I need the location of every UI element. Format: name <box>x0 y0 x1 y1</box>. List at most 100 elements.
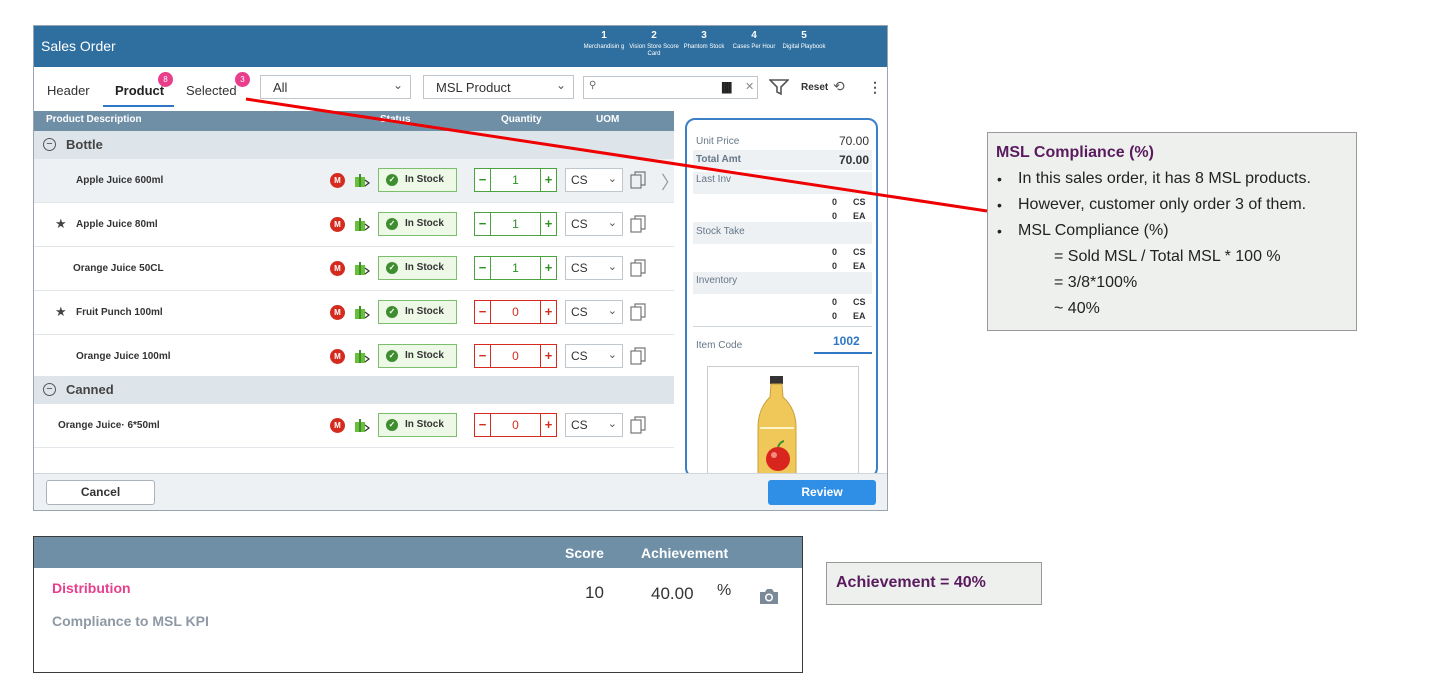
last-inv-row: Last Inv <box>693 172 872 194</box>
group-name: Canned <box>66 382 114 397</box>
quantity-value[interactable]: 0 <box>491 305 540 319</box>
reset-button[interactable]: Reset <box>801 82 828 93</box>
product-row[interactable]: Orange Juice 100ml M ✓ In Stock −0 + CS ⌄ <box>34 335 674 379</box>
tab-selected[interactable]: Selected <box>186 83 237 98</box>
product-row[interactable]: ★ Fruit Punch 100ml M ✓ In Stock −0 + CS ⌄ <box>34 291 674 335</box>
decrement-button[interactable]: − <box>475 345 491 367</box>
unit-price-value: 70.00 <box>838 134 869 148</box>
copy-icon[interactable] <box>630 259 646 277</box>
check-icon: ✓ <box>386 262 398 274</box>
msl-compliance-callout: MSL Compliance (%) • In this sales order… <box>987 132 1357 331</box>
total-amt-row: Total Amt 70.00 <box>693 150 872 170</box>
quantity-value[interactable]: 0 <box>491 349 540 363</box>
increment-button[interactable]: + <box>540 169 556 191</box>
stock-status-text: In Stock <box>405 218 444 229</box>
decrement-button[interactable]: − <box>475 301 491 323</box>
col-product-description: Product Description <box>46 114 142 125</box>
quantity-value[interactable]: 1 <box>491 173 540 187</box>
callout-formula: = 3/8*100% <box>1054 274 1138 291</box>
uom-select[interactable]: CS ⌄ <box>565 300 623 324</box>
chevron-right-icon[interactable]: 〉 <box>661 169 679 195</box>
msl-badge: M <box>330 217 345 232</box>
quantity-value[interactable]: 1 <box>491 261 540 275</box>
copy-icon[interactable] <box>630 215 646 233</box>
copy-icon[interactable] <box>630 171 646 189</box>
decrement-button[interactable]: − <box>475 169 491 191</box>
uom-select[interactable]: CS ⌄ <box>565 168 623 192</box>
promotion-gift-icon[interactable] <box>353 259 371 277</box>
search-input[interactable]: ⚲ ||||||| ✕ <box>583 76 758 99</box>
increment-button[interactable]: + <box>540 213 556 235</box>
step-number: 1 <box>601 30 607 41</box>
category-dropdown[interactable]: All ⌄ <box>260 75 411 99</box>
uom-value: CS <box>571 173 588 187</box>
quantity-stepper: −1 + <box>474 212 557 236</box>
copy-icon[interactable] <box>630 303 646 321</box>
promotion-gift-icon[interactable] <box>353 303 371 321</box>
more-options-icon[interactable]: ⋮ <box>868 79 882 96</box>
item-code-label: Item Code <box>696 340 743 351</box>
copy-icon[interactable] <box>630 347 646 365</box>
promotion-gift-icon[interactable] <box>353 215 371 233</box>
increment-button[interactable]: + <box>540 257 556 279</box>
total-amt-label: Total Amt <box>696 154 741 165</box>
increment-button[interactable]: + <box>540 345 556 367</box>
group-bottle[interactable]: − Bottle <box>34 131 674 159</box>
decrement-button[interactable]: − <box>475 414 491 436</box>
filter-icon[interactable] <box>769 78 789 96</box>
product-info-panel: Unit Price 70.00 Total Amt 70.00 Last In… <box>685 118 878 478</box>
barcode-scan-icon[interactable]: ||||||| <box>721 80 732 94</box>
callout-formula: = Sold MSL / Total MSL * 100 % <box>1054 248 1281 265</box>
step-number: 2 <box>651 30 657 41</box>
stock-take-label: Stock Take <box>696 226 745 237</box>
achievement-note: Achievement = 40% <box>826 562 1042 605</box>
uom-select[interactable]: CS ⌄ <box>565 256 623 280</box>
quantity-value[interactable]: 1 <box>491 217 540 231</box>
step-cases-per-hour[interactable]: 4 Cases Per Hour <box>729 29 779 58</box>
uom-select[interactable]: CS ⌄ <box>565 344 623 368</box>
step-merchandising[interactable]: 1 Merchandisin g <box>579 29 629 58</box>
quantity-value[interactable]: 0 <box>491 418 540 432</box>
cancel-button[interactable]: Cancel <box>46 480 155 505</box>
promotion-gift-icon[interactable] <box>353 416 371 434</box>
item-code-underline <box>814 352 872 354</box>
increment-button[interactable]: + <box>540 301 556 323</box>
chevron-down-icon: ⌄ <box>607 418 617 430</box>
increment-button[interactable]: + <box>540 414 556 436</box>
promotion-gift-icon[interactable] <box>353 347 371 365</box>
check-icon: ✓ <box>386 306 398 318</box>
decrement-button[interactable]: − <box>475 213 491 235</box>
collapse-icon[interactable]: − <box>43 383 56 396</box>
clear-icon[interactable]: ✕ <box>745 80 754 93</box>
uom-select[interactable]: CS ⌄ <box>565 413 623 437</box>
tab-header[interactable]: Header <box>47 83 90 98</box>
review-button[interactable]: Review <box>768 480 876 505</box>
callout-title: MSL Compliance (%) <box>996 144 1154 161</box>
tab-product[interactable]: Product <box>115 83 164 98</box>
uom-select[interactable]: CS ⌄ <box>565 212 623 236</box>
copy-icon[interactable] <box>630 416 646 434</box>
product-row[interactable]: Orange Juice 50CL M ✓ In Stock −1 + CS ⌄ <box>34 247 674 291</box>
stock-status: ✓ In Stock <box>378 300 457 324</box>
product-row[interactable]: ★ Apple Juice 80ml M ✓ In Stock −1 + CS ⌄ <box>34 203 674 247</box>
promotion-gift-icon[interactable] <box>353 171 371 189</box>
divider <box>693 326 872 327</box>
step-vision-store-score-card[interactable]: 2 Vision Store Score Card <box>629 29 679 58</box>
group-canned[interactable]: − Canned <box>34 376 674 404</box>
camera-icon[interactable] <box>758 587 780 605</box>
decrement-button[interactable]: − <box>475 257 491 279</box>
msl-filter-dropdown[interactable]: MSL Product ⌄ <box>423 75 574 99</box>
stock-take-ea-qty: 0 <box>832 261 838 271</box>
quantity-stepper: −1 + <box>474 168 557 192</box>
product-row[interactable]: Orange Juice· 6*50ml M ✓ In Stock −0 + CS ⌄ <box>34 404 674 448</box>
step-label: Merchandisin g <box>583 44 625 50</box>
step-phantom-stock[interactable]: 3 Phantom Stock <box>679 29 729 58</box>
stock-status-text: In Stock <box>405 419 444 430</box>
last-inv-ea-unit: EA <box>853 211 866 221</box>
reset-icon[interactable]: ⟲ <box>833 78 845 95</box>
product-row[interactable]: Apple Juice 600ml M ✓ In Stock −1 + CS ⌄ 〉 <box>34 159 679 203</box>
bullet-icon: • <box>997 223 1002 239</box>
chevron-down-icon: ⌄ <box>392 78 403 92</box>
collapse-icon[interactable]: − <box>43 138 56 151</box>
step-digital-playbook[interactable]: 5 Digital Playbook <box>779 29 829 58</box>
